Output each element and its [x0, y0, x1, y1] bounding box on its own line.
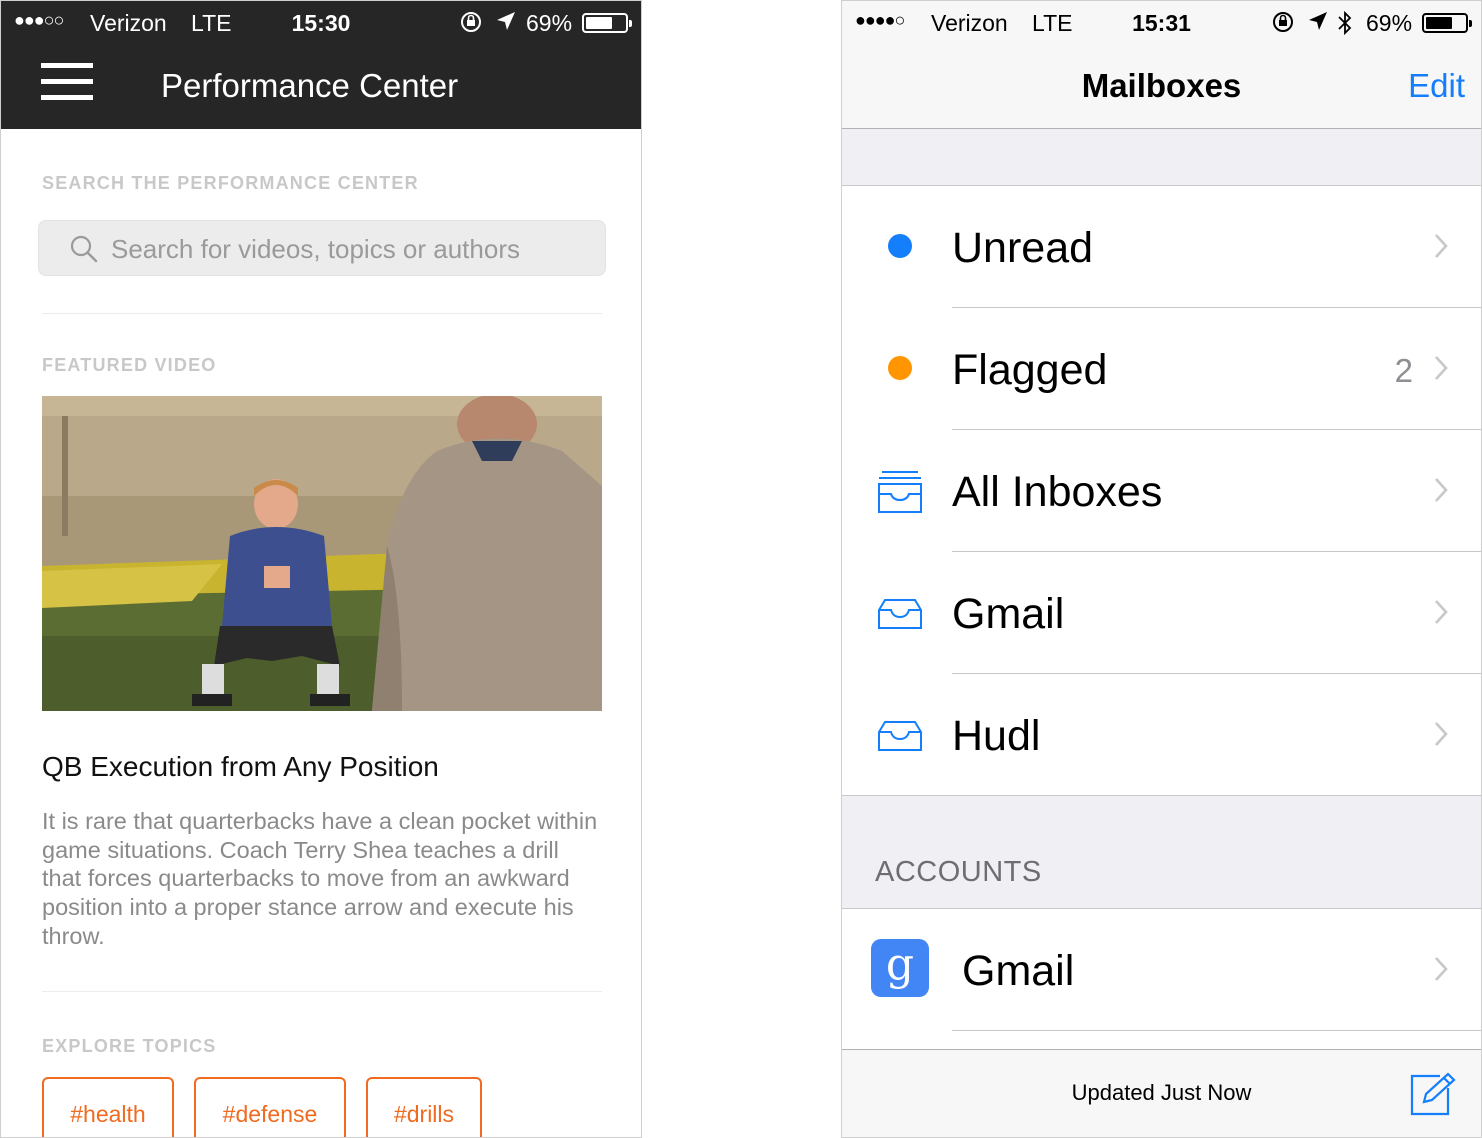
mailbox-label: Gmail	[952, 590, 1065, 638]
hamburger-menu-icon[interactable]	[41, 63, 93, 103]
accounts-list: g Gmail	[842, 908, 1481, 1068]
mailbox-row-all-inboxes[interactable]: All Inboxes	[842, 430, 1481, 552]
divider	[42, 313, 602, 314]
mailbox-row-gmail[interactable]: Gmail	[842, 552, 1481, 674]
account-row-gmail[interactable]: g Gmail	[842, 909, 1481, 1031]
page-title: Mailboxes	[1081, 67, 1242, 104]
mailbox-label: Flagged	[952, 346, 1108, 394]
search-section-label: SEARCH THE PERFORMANCE CENTER	[42, 173, 419, 193]
chevron-right-icon	[1435, 356, 1448, 380]
location-arrow-icon	[495, 10, 517, 38]
carrier-name: Verizon	[931, 10, 1008, 36]
accounts-section-label: ACCOUNTS	[875, 856, 1042, 888]
topics-section-label: EXPLORE TOPICS	[42, 1036, 217, 1056]
mailboxes-list: Unread Flagged 2 All Inboxes Gmail Hudl	[842, 185, 1481, 796]
mailbox-label: Unread	[952, 224, 1094, 272]
account-label: Gmail	[962, 947, 1075, 995]
blue-dot-icon	[888, 234, 912, 258]
inbox-tray-icon	[878, 599, 922, 629]
app-header: ●●●○○ Verizon LTE 15:30 69% Performance …	[1, 1, 641, 129]
bluetooth-icon	[1337, 10, 1353, 42]
orange-dot-icon	[888, 356, 912, 380]
location-arrow-icon	[1307, 10, 1329, 38]
chevron-right-icon	[1435, 600, 1448, 624]
signal-strength: ●●●●○	[855, 10, 905, 30]
battery-icon	[1422, 13, 1472, 33]
featured-video-thumbnail[interactable]	[42, 396, 602, 711]
rotation-lock-icon	[1271, 10, 1295, 40]
battery-percent: 69%	[1366, 10, 1413, 36]
carrier-name: Verizon	[90, 10, 167, 36]
chevron-right-icon	[1435, 722, 1448, 746]
mailbox-row-hudl[interactable]: Hudl	[842, 674, 1481, 796]
featured-video-description: It is rare that quarterbacks have a clea…	[42, 808, 598, 949]
topic-tag-health[interactable]: #health	[42, 1077, 174, 1137]
network-type: LTE	[1032, 10, 1073, 36]
update-status: Updated Just Now	[1071, 1080, 1252, 1105]
topic-tag-defense[interactable]: #defense	[194, 1077, 346, 1137]
all-inboxes-tray-icon	[878, 471, 922, 513]
navigation-bar: ●●●●○ Verizon LTE 15:31 69% Mailboxes Ed…	[842, 1, 1481, 129]
rotation-lock-icon	[459, 10, 483, 40]
chevron-right-icon	[1435, 957, 1448, 981]
bottom-toolbar: Updated Just Now	[842, 1049, 1481, 1137]
status-time: 15:31	[1132, 10, 1191, 36]
edit-button[interactable]: Edit	[1408, 67, 1465, 105]
page-title: Performance Center	[161, 67, 459, 104]
search-input[interactable]	[111, 229, 591, 269]
featured-section-label: FEATURED VIDEO	[42, 355, 217, 375]
battery-percent: 69%	[526, 10, 573, 36]
signal-strength: ●●●○○	[14, 10, 64, 30]
google-g-icon: g	[871, 939, 929, 997]
divider	[42, 991, 602, 992]
compose-icon[interactable]	[1410, 1072, 1458, 1116]
mailbox-row-flagged[interactable]: Flagged 2	[842, 308, 1481, 430]
chevron-right-icon	[1435, 478, 1448, 502]
network-type: LTE	[191, 10, 232, 36]
mailbox-count-badge: 2	[1394, 352, 1413, 389]
mailbox-row-unread[interactable]: Unread	[842, 186, 1481, 308]
battery-icon	[582, 13, 632, 33]
search-field[interactable]	[38, 220, 606, 276]
inbox-tray-icon	[878, 721, 922, 751]
status-time: 15:30	[291, 10, 351, 36]
featured-video-title[interactable]: QB Execution from Any Position	[42, 751, 439, 783]
search-icon	[70, 235, 98, 263]
topic-tag-drills[interactable]: #drills	[366, 1077, 482, 1137]
mailbox-label: All Inboxes	[952, 468, 1163, 516]
status-bar: ●●●○○ Verizon LTE 15:30 69%	[1, 1, 641, 45]
status-bar: ●●●●○ Verizon LTE 15:31 69%	[842, 1, 1481, 45]
chevron-right-icon	[1435, 234, 1448, 258]
mailboxes-screen: ●●●●○ Verizon LTE 15:31 69% Mailboxes Ed…	[841, 0, 1482, 1138]
performance-center-screen: ●●●○○ Verizon LTE 15:30 69% Performance …	[0, 0, 642, 1138]
mailbox-label: Hudl	[952, 712, 1041, 760]
